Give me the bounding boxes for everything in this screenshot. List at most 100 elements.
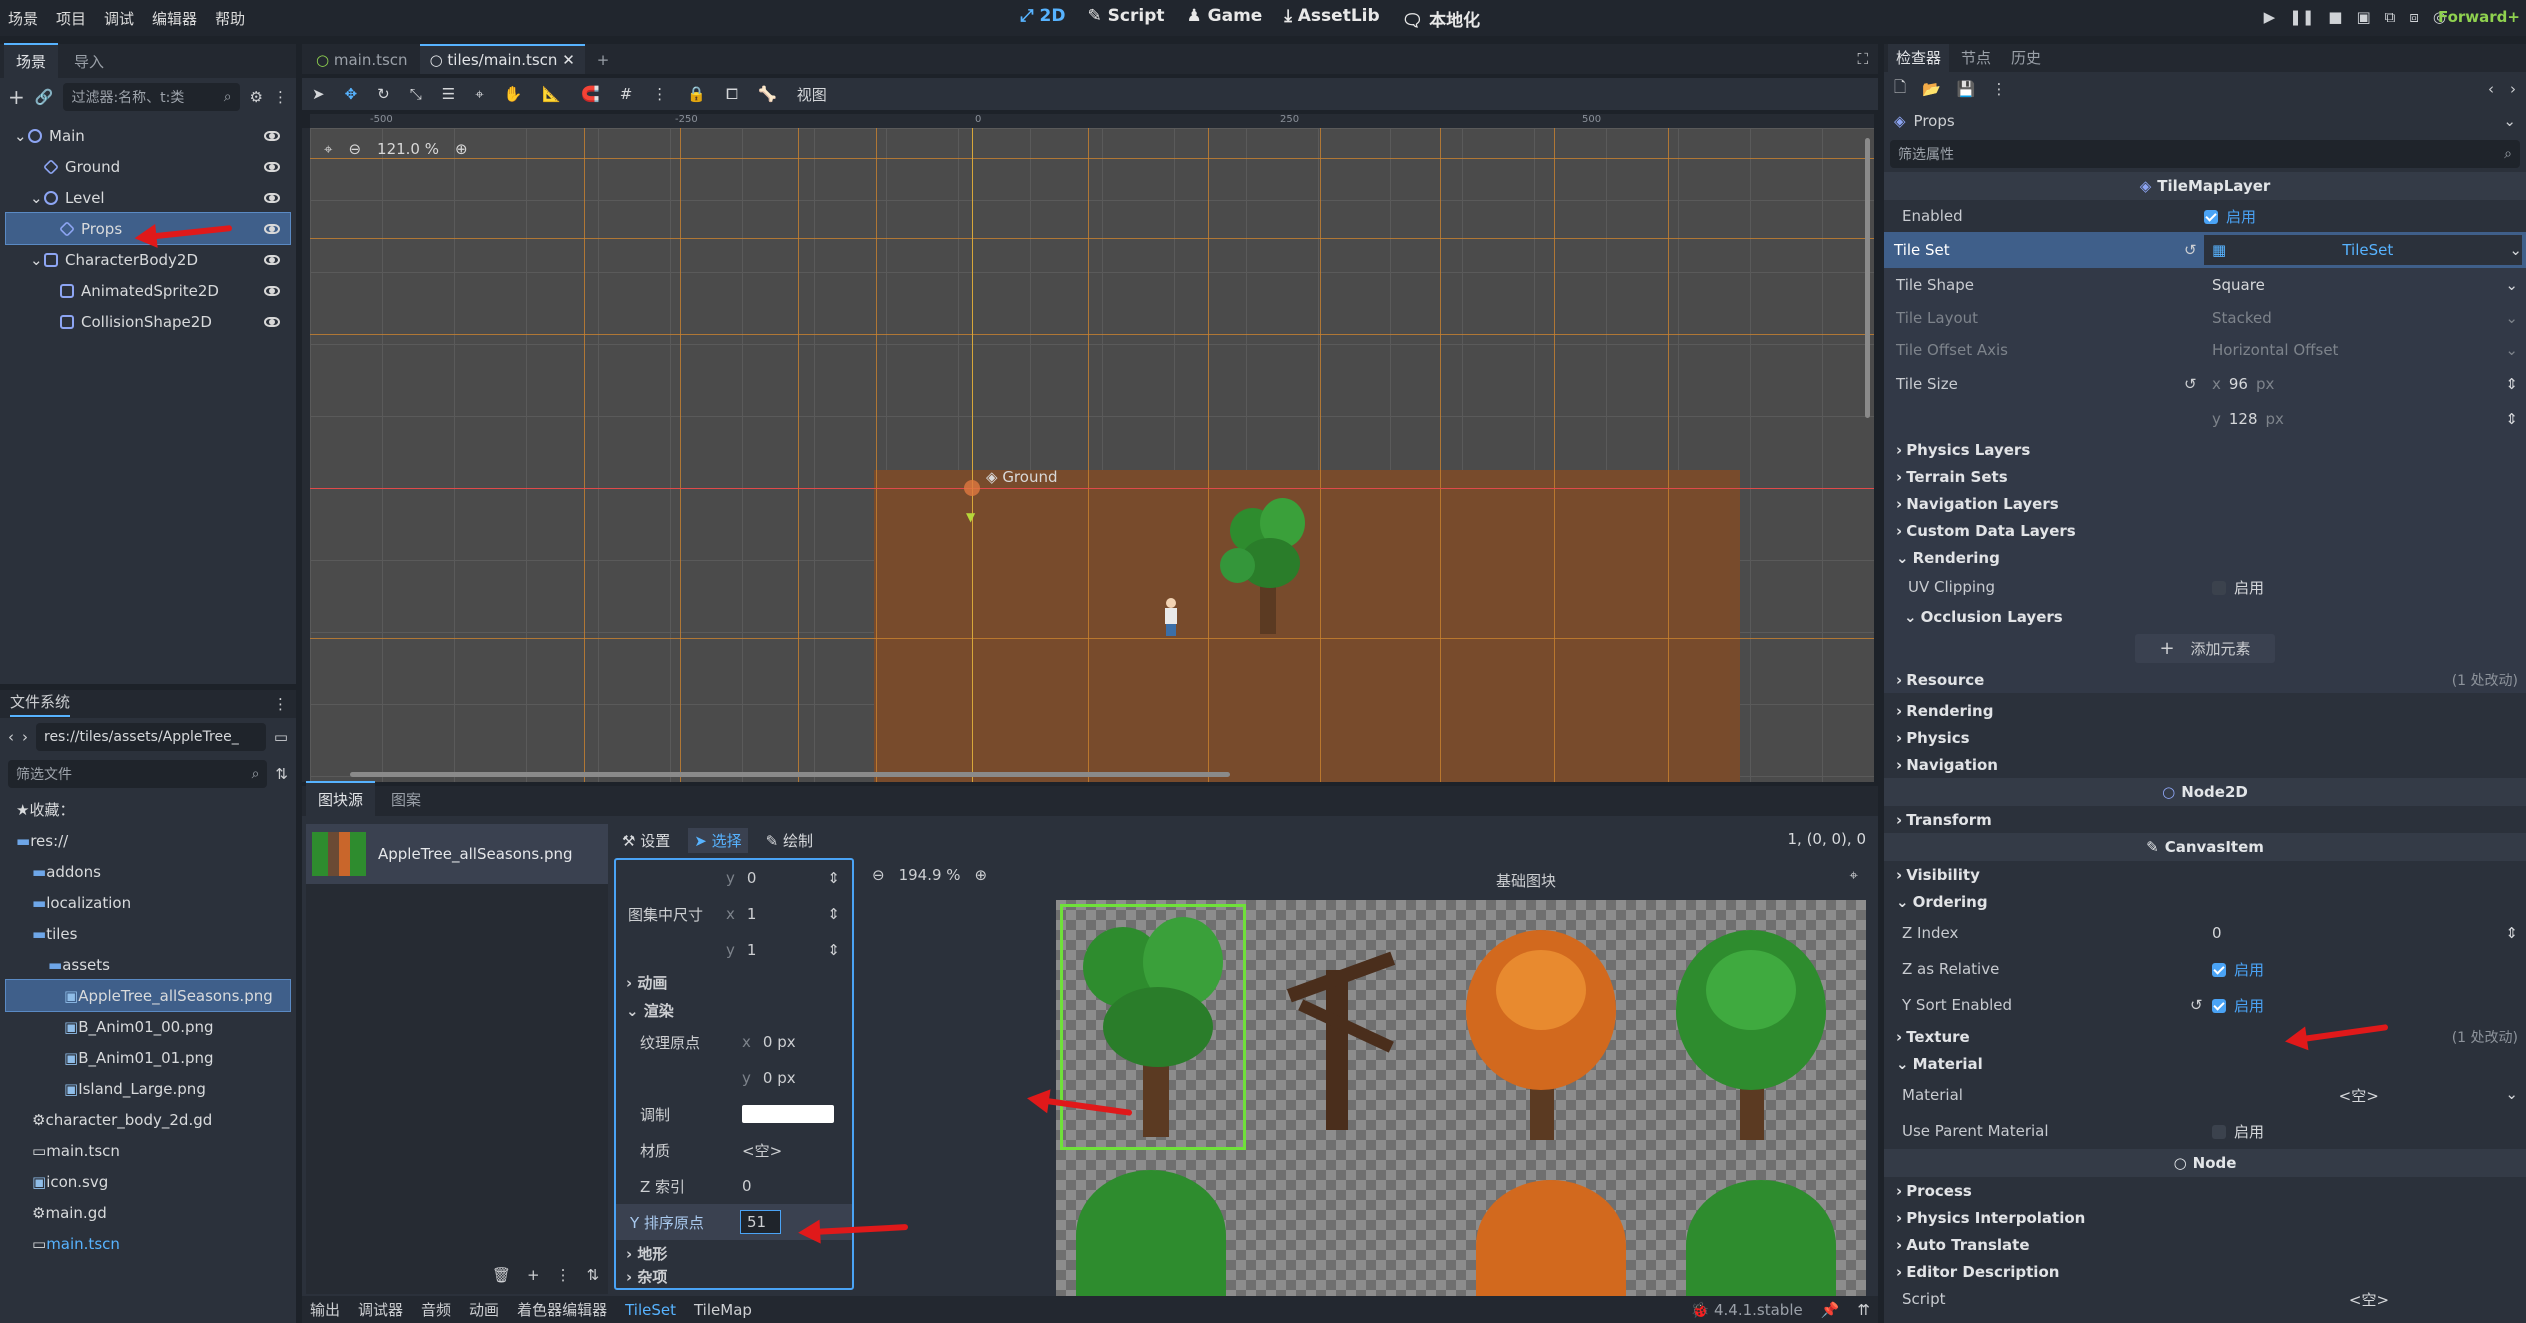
lock-icon[interactable]: 🔒: [687, 85, 706, 103]
more-icon[interactable]: ⋮: [273, 88, 288, 106]
tab-output[interactable]: 输出: [310, 1299, 340, 1320]
revert-icon[interactable]: ↺: [2184, 375, 2197, 393]
save-resource-icon[interactable]: 💾: [1957, 80, 1976, 98]
file-item[interactable]: ★ 收藏：: [6, 794, 290, 825]
center-view-icon[interactable]: ⌖: [1850, 866, 1858, 884]
distraction-free-icon[interactable]: ⛶: [1857, 50, 1868, 74]
z-as-relative-checkbox[interactable]: 启用: [2204, 959, 2526, 980]
uv-clipping-checkbox[interactable]: 启用: [2204, 577, 2526, 598]
section-animation[interactable]: › 动画: [626, 972, 667, 993]
atlas-tile[interactable]: [1476, 1180, 1626, 1304]
path-field[interactable]: res://tiles/assets/AppleTree_: [36, 723, 266, 751]
file-item[interactable]: ▬ addons: [6, 856, 290, 887]
file-filter-input[interactable]: 筛选文件 ⌕: [8, 760, 268, 788]
visibility-eye-icon[interactable]: [264, 223, 280, 234]
section-visibility[interactable]: › Visibility: [1884, 861, 2526, 888]
visibility-eye-icon[interactable]: [264, 161, 280, 172]
2d-viewport[interactable]: ◈ Ground ▼ ⌖ ⊖ 121.0 % ⊕: [310, 128, 1874, 782]
add-node-icon[interactable]: +: [8, 85, 25, 109]
tile-source-item[interactable]: AppleTree_allSeasons.png: [306, 824, 608, 884]
section-ordering[interactable]: ⌄ Ordering: [1884, 888, 2526, 915]
play-scene-icon[interactable]: ⧉: [2385, 8, 2396, 26]
renderer-selector[interactable]: Forward+: [2438, 8, 2520, 26]
enabled-checkbox[interactable]: 启用: [2204, 206, 2256, 227]
y-sort-enabled-checkbox[interactable]: 启用: [2204, 995, 2526, 1016]
section-navigation[interactable]: › Navigation: [1884, 751, 2526, 778]
pin-icon[interactable]: 📌: [1821, 1301, 1840, 1319]
sort-icon[interactable]: ⇅: [275, 765, 288, 783]
section-terrain[interactable]: › 地形: [626, 1243, 667, 1264]
add-icon[interactable]: +: [527, 1266, 540, 1284]
atlas-tile-selected[interactable]: [1060, 904, 1246, 1150]
scene-node-level[interactable]: ⌄ Level: [6, 182, 290, 213]
back-icon[interactable]: ‹: [8, 728, 14, 746]
material-field[interactable]: <空> ⌄: [2204, 1085, 2526, 1106]
new-resource-icon[interactable]: 🗋: [1894, 77, 1906, 102]
delete-icon[interactable]: 🗑: [492, 1266, 511, 1284]
section-rendering[interactable]: ⌄ 渲染: [626, 1000, 674, 1021]
list-select-icon[interactable]: ☰: [442, 85, 455, 103]
atlas-tile[interactable]: [1666, 920, 1836, 1150]
section-rendering[interactable]: › Rendering: [1884, 697, 2526, 724]
tile-offset-axis-select[interactable]: Horizontal Offset ⌄: [2204, 341, 2526, 359]
atlas-tile[interactable]: [1686, 1180, 1836, 1304]
scene-filter-input[interactable]: 过滤器:名称、t:类 ⌕: [63, 83, 240, 111]
smart-snap-icon[interactable]: 🧲: [581, 85, 600, 103]
menu-help[interactable]: 帮助: [215, 8, 245, 29]
tab-tilemap[interactable]: TileMap: [694, 1301, 752, 1319]
size-in-atlas-y[interactable]: 1: [747, 941, 757, 959]
view-menu[interactable]: 视图: [797, 84, 827, 105]
y-sort-origin-input[interactable]: 51: [740, 1210, 782, 1234]
ruler-tool-icon[interactable]: 📐: [542, 85, 561, 103]
workspace-game[interactable]: ♟ Game: [1186, 6, 1262, 31]
workspace-localization[interactable]: 🗨 本地化: [1402, 6, 1481, 31]
revert-icon[interactable]: ↺: [2190, 996, 2203, 1014]
visibility-eye-icon[interactable]: [264, 285, 280, 296]
section-rendering[interactable]: ⌄ Rendering: [1884, 544, 2526, 571]
section-occlusion-layers[interactable]: ⌄ Occlusion Layers: [1884, 603, 2526, 630]
history-forward-icon[interactable]: ›: [2510, 80, 2516, 98]
scene-node-ground[interactable]: Ground: [6, 151, 290, 182]
atlas-tile[interactable]: [1266, 930, 1416, 1140]
revert-icon[interactable]: ↺: [2184, 241, 2197, 259]
scale-tool-icon[interactable]: ⤡: [410, 85, 422, 103]
tile-layout-select[interactable]: Stacked ⌄: [2204, 309, 2526, 327]
section-physics-interpolation[interactable]: › Physics Interpolation: [1884, 1204, 2526, 1231]
tile-set-field[interactable]: ▦ TileSet ⌄: [2204, 235, 2522, 265]
file-item[interactable]: ▣ icon.svg: [6, 1166, 290, 1197]
new-tab-button[interactable]: +: [587, 46, 620, 74]
filter-script-icon[interactable]: ⚙: [250, 88, 263, 106]
expand-toggle-icon[interactable]: ⌄: [30, 251, 44, 269]
menu-scene[interactable]: 场景: [8, 8, 38, 29]
tab-tile-sources[interactable]: 图块源: [306, 781, 376, 816]
tab-history[interactable]: 历史: [2003, 44, 2049, 72]
section-terrain-sets[interactable]: › Terrain Sets: [1884, 463, 2526, 490]
zoom-out-icon[interactable]: ⊖: [348, 140, 361, 158]
history-back-icon[interactable]: ‹: [2488, 80, 2494, 98]
remote-debug-icon[interactable]: ▣: [2356, 8, 2370, 26]
size-in-atlas-x[interactable]: 1: [747, 905, 757, 923]
section-misc[interactable]: › 杂项: [626, 1266, 667, 1286]
texture-origin-y[interactable]: 0 px: [763, 1069, 796, 1087]
file-item[interactable]: ▣ B_Anim01_00.png: [6, 1011, 290, 1042]
material-field[interactable]: <空>: [742, 1140, 782, 1161]
more-icon[interactable]: ⋮: [556, 1266, 571, 1284]
file-item[interactable]: ⚙ main.gd: [6, 1197, 290, 1228]
rotate-tool-icon[interactable]: ↻: [377, 85, 390, 103]
visibility-eye-icon[interactable]: [264, 316, 280, 327]
zoom-out-icon[interactable]: ⊖: [872, 866, 885, 884]
visibility-eye-icon[interactable]: [264, 254, 280, 265]
workspace-assetlib[interactable]: ⤓ AssetLib: [1284, 6, 1379, 31]
bone-icon[interactable]: 🦴: [758, 85, 777, 103]
tab-select[interactable]: ➤ 选择: [688, 828, 748, 853]
tab-animation[interactable]: 动画: [469, 1299, 499, 1320]
file-item[interactable]: ▣ Island_Large.png: [6, 1073, 290, 1104]
file-item[interactable]: ▬ res://: [6, 825, 290, 856]
apple-tree-sprite[interactable]: [1220, 498, 1320, 638]
menu-debug[interactable]: 调试: [104, 8, 134, 29]
tab-patterns[interactable]: 图案: [379, 783, 433, 816]
tab-scene[interactable]: 场景: [4, 43, 59, 78]
file-item[interactable]: ⚙ character_body_2d.gd: [6, 1104, 290, 1135]
expand-panel-icon[interactable]: ⇈: [1857, 1301, 1870, 1319]
more-icon[interactable]: ⋮: [1991, 80, 2006, 98]
